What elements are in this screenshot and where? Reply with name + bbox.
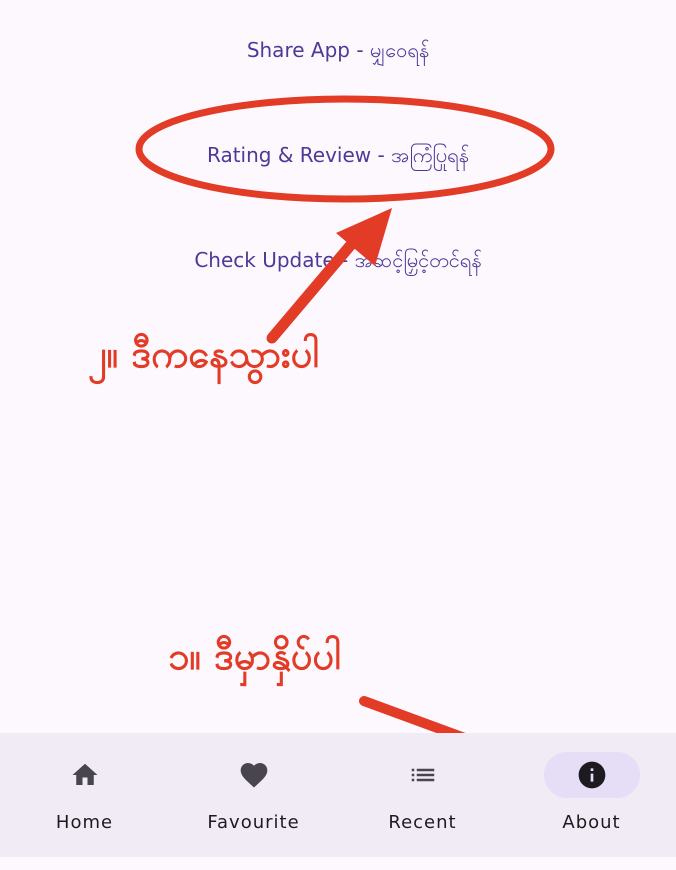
step-2-annotation: ၂။ ဒီကနေသွားပါ — [88, 332, 319, 376]
system-bottom-strip — [0, 857, 676, 870]
step-1-annotation: ၁။ ဒီမှာနှိပ်ပါ — [168, 634, 341, 678]
nav-about-pill — [543, 752, 640, 798]
nav-favourite-label: Favourite — [207, 812, 300, 833]
share-app-link[interactable]: Share App - မျှဝေရန် — [0, 36, 676, 64]
info-icon — [578, 761, 605, 789]
rating-review-link[interactable]: Rating & Review - အကြံပြုရန် — [0, 141, 676, 169]
nav-recent-label: Recent — [388, 812, 457, 833]
heart-icon — [240, 763, 267, 788]
nav-favourite-pill — [206, 752, 302, 798]
nav-home[interactable]: Home — [0, 733, 169, 857]
nav-home-pill — [37, 752, 133, 798]
home-icon — [72, 763, 97, 785]
nav-home-label: Home — [55, 812, 114, 833]
nav-about-label: About — [562, 812, 621, 833]
nav-recent[interactable]: Recent — [338, 733, 507, 857]
nav-recent-pill — [375, 752, 471, 798]
bottom-navigation-bar: Home Favourite Recent About — [0, 733, 676, 857]
list-icon — [411, 768, 434, 782]
nav-favourite[interactable]: Favourite — [169, 733, 338, 857]
check-update-link[interactable]: Check Update - အဆင့်မြှင့်တင်ရန် — [0, 246, 676, 274]
nav-about[interactable]: About — [507, 733, 676, 857]
